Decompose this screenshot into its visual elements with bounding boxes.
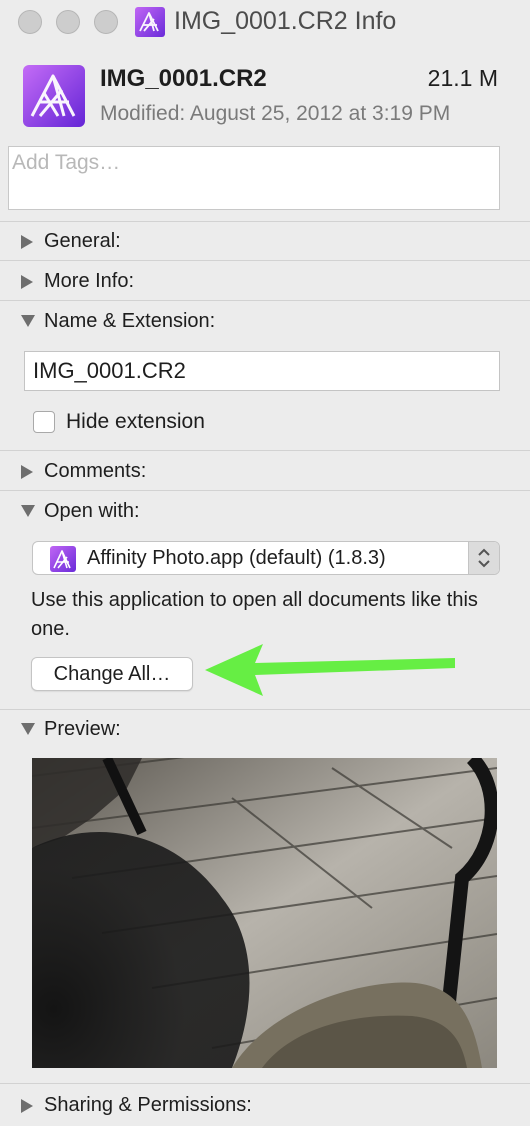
disclosure-right-icon[interactable] [20,1098,34,1114]
disclosure-down-icon[interactable] [20,504,35,520]
divider [0,450,530,451]
file-name: IMG_0001.CR2 [100,65,267,92]
section-label: More Info: [44,270,135,292]
section-label: General: [44,230,121,252]
annotation-arrow-icon [205,644,455,696]
section-label: Comments: [44,460,147,482]
open-with-app-label: Affinity Photo.app (default) (1.8.3) [87,547,386,569]
disclosure-right-icon[interactable] [20,274,34,290]
section-preview[interactable]: Preview: [20,718,121,741]
section-label: Sharing & Permissions: [44,1094,252,1116]
affinity-photo-icon [50,546,76,572]
hide-extension-checkbox[interactable] [33,411,55,433]
zoom-window-button[interactable] [94,10,118,34]
divider [0,490,530,491]
disclosure-down-icon[interactable] [20,314,35,330]
disclosure-down-icon[interactable] [20,722,35,738]
popup-stepper-icon[interactable] [468,542,499,574]
preview-image [32,758,497,1068]
title-bar: IMG_0001.CR2 Info [0,0,530,44]
section-label: Open with: [44,500,140,522]
section-open-with[interactable]: Open with: [20,500,140,523]
info-window: IMG_0001.CR2 Info IMG_0001.CR2 21.1 M Mo… [0,0,530,1126]
minimize-window-button[interactable] [56,10,80,34]
file-icon [23,65,85,127]
file-size: 21.1 M [427,65,498,91]
section-sharing-permissions[interactable]: Sharing & Permissions: [20,1094,252,1117]
open-with-popup[interactable]: Affinity Photo.app (default) (1.8.3) [32,541,500,575]
divider [0,300,530,301]
name-extension-field[interactable]: IMG_0001.CR2 [24,351,500,391]
section-more-info[interactable]: More Info: [20,270,134,293]
window-title: IMG_0001.CR2 Info [174,7,397,35]
section-general[interactable]: General: [20,230,121,253]
close-window-button[interactable] [18,10,42,34]
disclosure-right-icon[interactable] [20,234,34,250]
affinity-photo-icon [135,7,165,37]
modified-date: Modified: August 25, 2012 at 3:19 PM [100,102,451,125]
section-label: Name & Extension: [44,310,216,332]
section-comments[interactable]: Comments: [20,460,146,483]
divider [0,221,530,222]
open-with-description: Use this application to open all documen… [31,589,478,640]
divider [0,1083,530,1084]
disclosure-right-icon[interactable] [20,464,34,480]
divider [0,260,530,261]
divider [0,709,530,710]
section-label: Preview: [44,718,121,740]
hide-extension-label[interactable]: Hide extension [66,410,205,434]
change-all-button[interactable]: Change All… [31,657,193,691]
section-name-extension[interactable]: Name & Extension: [20,310,215,333]
tags-field[interactable]: Add Tags… [8,146,500,210]
